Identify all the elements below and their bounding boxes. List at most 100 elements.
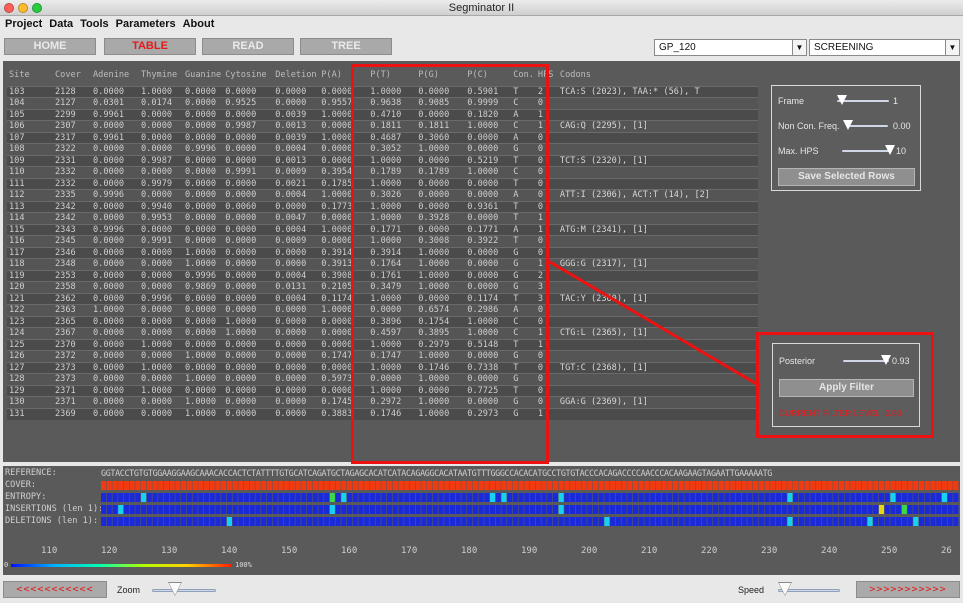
table-cell: 0.9987 [223, 120, 274, 132]
table-row[interactable]: 128 2373 0.0000 0.0000 1.0000 0.0000 0.0000 0.5… [7, 373, 758, 385]
table-cell: 0 [535, 235, 558, 247]
mode-select[interactable]: SCREENING ▼ [809, 39, 960, 56]
close-window-button[interactable] [4, 3, 14, 13]
table-row[interactable]: 110 2332 0.0000 0.0000 0.0000 0.9991 0.0009 0.3… [7, 166, 758, 178]
table-cell: 1.0000 [139, 338, 183, 351]
sample-select[interactable]: GP_120 ▼ [654, 39, 807, 56]
table-row[interactable]: 125 2370 0.0000 1.0000 0.0000 0.0000 0.0000 0.0… [7, 338, 758, 351]
table-cell: 103 [7, 85, 53, 98]
table-row[interactable]: 121 2362 0.0000 0.9996 0.0000 0.0000 0.0004 0.1… [7, 292, 758, 305]
track-cell [770, 493, 776, 502]
menu-data[interactable]: Data [49, 17, 73, 32]
previous-button[interactable]: <<<<<<<<<<< [3, 581, 107, 598]
table-row[interactable]: 118 2348 0.0000 0.0000 1.0000 0.0000 0.0000 0.3… [7, 258, 758, 270]
track-cell [467, 505, 473, 514]
table-row[interactable]: 112 2335 0.9996 0.0000 0.0000 0.0000 0.0004 1.0… [7, 189, 758, 201]
table-row[interactable]: 117 2346 0.0000 0.0000 1.0000 0.0000 0.0000 0.3… [7, 246, 758, 259]
table-row[interactable]: 105 2299 0.9961 0.0000 0.0000 0.0000 0.0039 1.0… [7, 108, 758, 121]
apply-filter-button[interactable]: Apply Filter [779, 379, 914, 397]
column-header[interactable]: Cytosine [223, 65, 273, 86]
ncf-slider-track[interactable] [848, 125, 888, 127]
table-row[interactable]: 111 2332 0.0000 0.9979 0.0000 0.0000 0.0021 0.1… [7, 177, 758, 190]
table-cell: 0.3922 [465, 235, 512, 247]
table-row[interactable]: 114 2342 0.0000 0.9953 0.0000 0.0000 0.0047 0.0… [7, 212, 758, 224]
chevron-down-icon[interactable]: ▼ [792, 40, 806, 55]
track-cell [558, 493, 564, 502]
menu-project[interactable]: Project [5, 17, 42, 32]
table-row[interactable]: 104 2127 0.0301 0.0174 0.0000 0.9525 0.0000 0.9… [7, 97, 758, 109]
column-header[interactable]: HPS [536, 65, 558, 86]
table-row[interactable]: 129 2371 0.0000 1.0000 0.0000 0.0000 0.0000 0.0… [7, 384, 758, 397]
table-row[interactable]: 109 2331 0.0000 0.9987 0.0000 0.0000 0.0013 0.0… [7, 154, 758, 167]
track-cell [541, 517, 547, 526]
table-row[interactable]: 131 2369 0.0000 0.0000 1.0000 0.0000 0.0000 0.3… [7, 407, 758, 420]
minimize-window-button[interactable] [18, 3, 28, 13]
table-cell: 0 [535, 97, 558, 109]
table-cell: 0.0000 [465, 373, 512, 385]
track-cell [404, 517, 410, 526]
table-row[interactable]: 116 2345 0.0000 0.9991 0.0000 0.0000 0.0009 0.0… [7, 235, 758, 247]
track-cell [484, 493, 490, 502]
ncf-slider-knob[interactable] [843, 120, 853, 130]
menu-tools[interactable]: Tools [80, 17, 109, 32]
frame-slider-knob[interactable] [837, 95, 848, 105]
speed-slider-knob[interactable] [779, 583, 791, 595]
track-cell [341, 505, 347, 514]
column-header[interactable]: P(C) [465, 65, 511, 86]
track-cell [781, 481, 787, 490]
track-cell [650, 481, 656, 490]
table-cell: 0.0004 [273, 269, 320, 282]
table-cell: TAC:Y (2360), [1] [557, 292, 758, 305]
table-cell [557, 143, 758, 155]
menu-parameters[interactable]: Parameters [116, 17, 176, 32]
table-cell: 0.2972 [368, 396, 417, 408]
save-selected-rows-button[interactable]: Save Selected Rows [778, 168, 915, 186]
table-row[interactable]: 108 2322 0.0000 0.0000 0.9996 0.0000 0.0004 0.0… [7, 143, 758, 155]
next-button[interactable]: >>>>>>>>>>> [856, 581, 960, 598]
table-row[interactable]: 127 2373 0.0000 1.0000 0.0000 0.0000 0.0000 0.0… [7, 361, 758, 374]
table-row[interactable]: 124 2367 0.0000 0.0000 0.0000 1.0000 0.0000 0.0… [7, 327, 758, 339]
table-row[interactable]: 113 2342 0.0000 0.9940 0.0000 0.0060 0.0000 0.1… [7, 200, 758, 213]
table-row[interactable]: 122 2363 1.0000 0.0000 0.0000 0.0000 0.0000 1.0… [7, 304, 758, 316]
zoom-slider-knob[interactable] [169, 583, 181, 595]
home-button[interactable]: HOME [4, 38, 96, 55]
posterior-slider-knob[interactable] [880, 355, 891, 365]
table-row[interactable]: 130 2371 0.0000 0.0000 1.0000 0.0000 0.0000 0.1… [7, 396, 758, 408]
track-cell [101, 505, 107, 514]
track-cell [924, 493, 930, 502]
zoom-slider-track[interactable] [152, 589, 216, 592]
tree-button[interactable]: TREE [300, 38, 392, 55]
track-cell [364, 517, 370, 526]
column-header[interactable]: Adenine [91, 65, 139, 86]
table-row[interactable]: 119 2353 0.0000 0.0000 0.9996 0.0000 0.0004 0.3… [7, 269, 758, 282]
track-cell [507, 481, 513, 490]
track-cell [123, 493, 129, 502]
column-header[interactable]: Guanine [183, 65, 223, 86]
hps-slider-knob[interactable] [884, 145, 895, 155]
column-header[interactable]: P(A) [319, 65, 368, 86]
table-row[interactable]: 120 2358 0.0000 0.0000 0.9869 0.0000 0.0131 0.2… [7, 281, 758, 293]
column-header[interactable]: Codons [558, 65, 758, 86]
track-cell [690, 505, 696, 514]
column-header[interactable]: P(G) [416, 65, 465, 86]
column-header[interactable]: Deletion [273, 65, 319, 86]
menu-about[interactable]: About [183, 17, 215, 32]
table-row[interactable]: 106 2307 0.0000 0.0000 0.0000 0.9987 0.0013 0.0… [7, 120, 758, 132]
table-row[interactable]: 126 2372 0.0000 0.0000 1.0000 0.0000 0.0000 0.1… [7, 350, 758, 362]
table-row[interactable]: 123 2365 0.0000 0.0000 0.0000 1.0000 0.0000 0.0… [7, 315, 758, 328]
column-header[interactable]: Cover [53, 65, 91, 86]
column-header[interactable]: Site [7, 65, 53, 86]
chevron-down-icon[interactable]: ▼ [945, 40, 959, 55]
column-header[interactable]: P(T) [368, 65, 416, 86]
table-cell: 116 [7, 235, 53, 247]
table-row[interactable]: 103 2128 0.0000 1.0000 0.0000 0.0000 0.0000 0.0… [7, 85, 758, 98]
hps-label: Max. HPS [778, 146, 819, 156]
table-row[interactable]: 107 2317 0.9961 0.0000 0.0000 0.0000 0.0039 1.0… [7, 131, 758, 144]
read-button[interactable]: READ [202, 38, 294, 55]
table-cell: 0.3026 [368, 189, 417, 201]
zoom-window-button[interactable] [32, 3, 42, 13]
column-header[interactable]: Con. [511, 65, 536, 86]
table-row[interactable]: 115 2343 0.9996 0.0000 0.0000 0.0000 0.0004 1.0… [7, 223, 758, 236]
table-button[interactable]: TABLE [104, 38, 196, 55]
column-header[interactable]: Thymine [139, 65, 183, 86]
